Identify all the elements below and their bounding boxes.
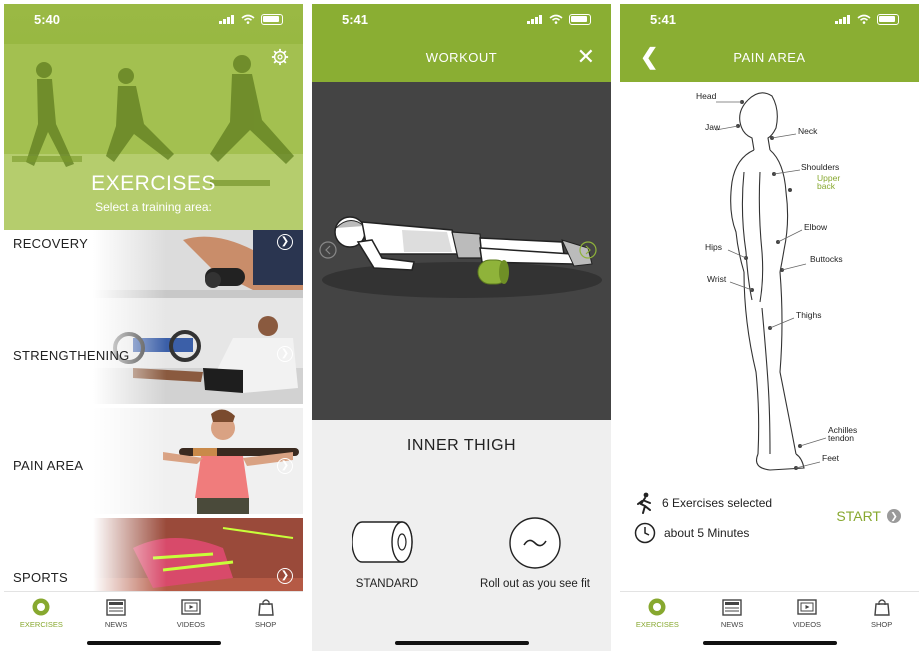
page-subtitle: Select a training area: — [95, 200, 212, 214]
category-pain-area[interactable]: PAIN AREA ❯ — [4, 408, 303, 518]
settings-gear-icon[interactable] — [271, 48, 289, 66]
close-icon[interactable]: ✕ — [577, 46, 595, 68]
option-label: Roll out as you see fit — [480, 578, 590, 590]
exercises-icon — [32, 598, 50, 616]
chevron-right-icon: ❯ — [887, 509, 901, 523]
tab-shop[interactable]: SHOP — [228, 592, 303, 651]
tab-label: NEWS — [720, 620, 744, 629]
wifi-icon — [549, 14, 563, 24]
clock-icon — [634, 522, 656, 544]
status-time: 5:40 — [34, 11, 61, 27]
news-icon — [722, 598, 742, 616]
chevron-right-icon[interactable]: ❯ — [277, 458, 293, 474]
tab-label: NEWS — [104, 620, 128, 629]
option-label: STANDARD — [355, 578, 419, 590]
pain-point-head[interactable]: Head — [696, 91, 716, 101]
tab-shop[interactable]: SHOP — [844, 592, 919, 651]
category-strengthening[interactable]: STRENGTHENING ❯ — [4, 298, 303, 408]
pain-point-wrist[interactable]: Wrist — [707, 274, 726, 284]
workout-screen: WORKOUT ✕ 5:41 INNER THIGH STANDARD Roll… — [312, 4, 611, 651]
exercise-count: 6 Exercises selected — [662, 496, 773, 510]
shop-icon — [257, 599, 274, 616]
exercises-icon — [648, 598, 666, 616]
battery-icon — [877, 13, 899, 25]
hero-banner: EXERCISES Select a training area: — [4, 4, 303, 230]
home-indicator — [394, 641, 529, 645]
exercises-screen: EXERCISES Select a training area: 5:40 R… — [4, 4, 303, 651]
home-indicator — [86, 641, 221, 645]
home-indicator — [702, 641, 837, 645]
pain-point-achilles-tendon[interactable]: Achilles tendon — [828, 426, 868, 443]
tab-label: SHOP — [254, 620, 277, 629]
category-label: SPORTS — [13, 570, 69, 585]
exercise-title: INNER THIGH — [406, 437, 517, 454]
runner-icon — [637, 492, 651, 514]
news-icon — [106, 598, 126, 616]
pain-point-shoulders[interactable]: Shoulders — [801, 162, 839, 172]
exercise-count-row: 6 Exercises selected — [634, 492, 772, 514]
tab-exercises[interactable]: EXERCISES — [4, 592, 79, 651]
videos-icon — [797, 599, 817, 615]
videos-icon — [181, 599, 201, 615]
signal-icon — [219, 14, 235, 24]
category-label: STRENGTHENING — [13, 348, 130, 363]
start-label: START — [836, 508, 881, 524]
pain-point-jaw[interactable]: Jaw — [705, 122, 720, 132]
tab-label: SHOP — [870, 620, 893, 629]
nav-title: WORKOUT — [425, 50, 498, 65]
exercise-animation — [312, 82, 611, 420]
exercise-illustration — [319, 216, 602, 298]
tab-label: EXERCISES — [19, 620, 63, 629]
status-time: 5:41 — [650, 11, 677, 27]
wave-icon — [509, 517, 561, 569]
status-time: 5:41 — [342, 11, 369, 27]
nav-title: PAIN AREA — [733, 50, 806, 65]
pain-point-buttocks[interactable]: Buttocks — [810, 254, 843, 264]
page-title: EXERCISES — [91, 172, 216, 195]
chevron-right-icon[interactable]: ❯ — [277, 346, 293, 362]
tab-label: VIDEOS — [176, 620, 206, 629]
signal-icon — [835, 14, 851, 24]
pain-point-neck[interactable]: Neck — [798, 126, 817, 136]
body-diagram — [715, 92, 827, 471]
tab-label: VIDEOS — [792, 620, 822, 629]
pain-area-screen: ❮ PAIN AREA 5:41 Head Jaw Neck Shoulders… — [620, 4, 919, 651]
signal-icon — [527, 14, 543, 24]
pain-area-photo — [93, 408, 303, 514]
tab-exercises[interactable]: EXERCISES — [620, 592, 695, 651]
previous-icon[interactable] — [319, 241, 337, 259]
category-label: RECOVERY — [13, 236, 89, 251]
status-bar: 5:41 — [620, 4, 919, 34]
pain-point-hips[interactable]: Hips — [705, 242, 722, 252]
chevron-right-icon[interactable]: ❯ — [277, 234, 293, 250]
foam-roller-icon — [352, 521, 413, 563]
wifi-icon — [857, 14, 871, 24]
shop-icon — [873, 599, 890, 616]
pain-point-elbow[interactable]: Elbow — [804, 222, 827, 232]
duration: about 5 Minutes — [664, 526, 750, 540]
start-button[interactable]: START ❯ — [836, 508, 901, 524]
pain-point-upper-back[interactable]: Upper back — [817, 174, 857, 191]
wifi-icon — [241, 14, 255, 24]
battery-icon — [261, 13, 283, 25]
pain-point-feet[interactable]: Feet — [822, 453, 839, 463]
chevron-right-icon[interactable]: ❯ — [277, 568, 293, 584]
category-label: PAIN AREA — [13, 458, 84, 473]
pain-point-thighs[interactable]: Thighs — [796, 310, 822, 320]
tab-label: EXERCISES — [635, 620, 679, 629]
status-bar: 5:40 — [4, 4, 303, 34]
status-bar: 5:41 — [312, 4, 611, 34]
battery-icon — [569, 13, 591, 25]
duration-row: about 5 Minutes — [634, 522, 749, 544]
